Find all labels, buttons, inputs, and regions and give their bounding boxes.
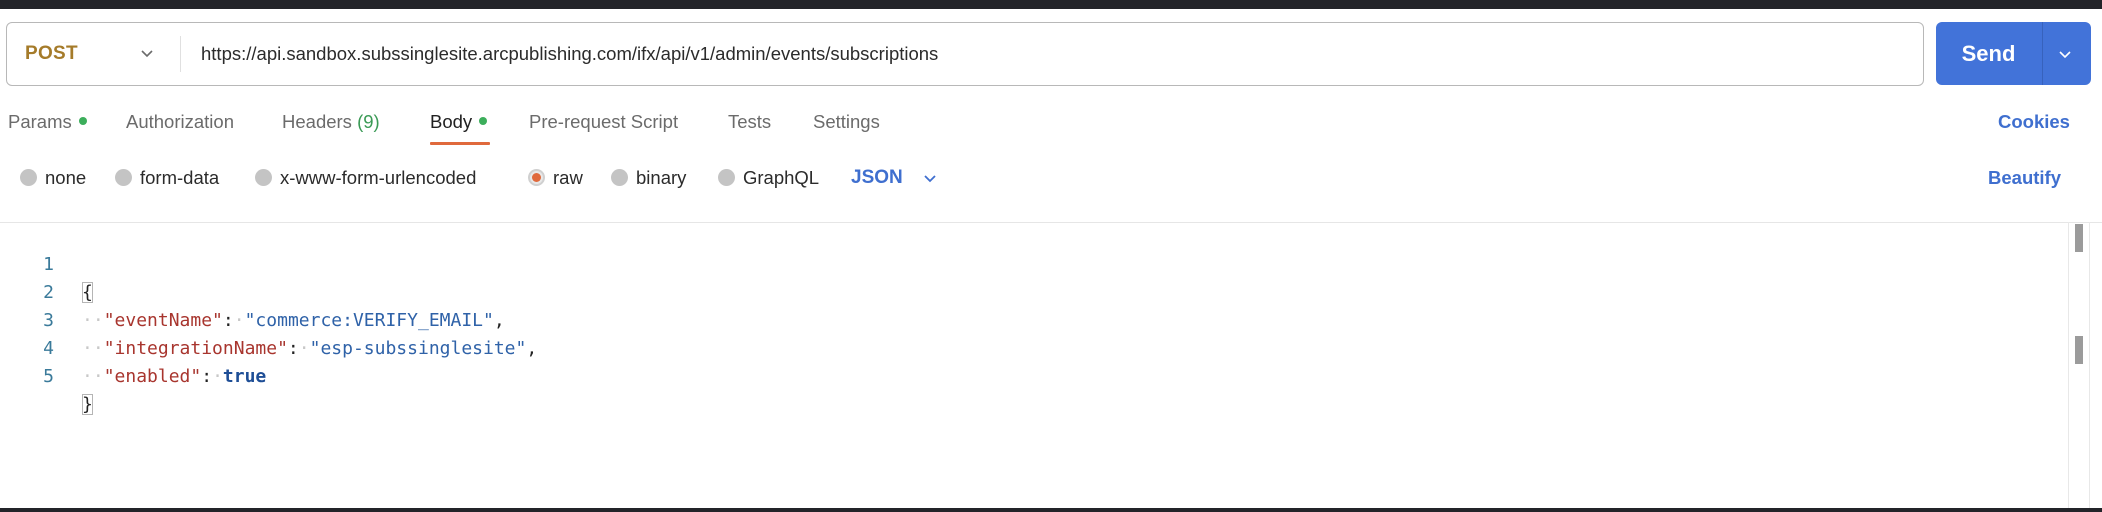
url-input[interactable]: https://api.sandbox.subssinglesite.arcpu… bbox=[201, 23, 938, 84]
space-marker: · bbox=[212, 366, 223, 387]
tab-params[interactable]: Params bbox=[8, 108, 87, 136]
tab-label: Body bbox=[430, 111, 473, 132]
tab-headers[interactable]: Headers (9) bbox=[282, 108, 380, 136]
radio-binary[interactable]: binary bbox=[611, 164, 686, 192]
status-dot-icon bbox=[479, 117, 488, 126]
tab-label: Params bbox=[8, 111, 72, 132]
code-line: 1 { bbox=[0, 223, 93, 303]
json-key: "enabled" bbox=[103, 366, 202, 387]
radio-label: raw bbox=[553, 167, 583, 188]
radio-circle-icon bbox=[115, 168, 132, 186]
body-code-editor[interactable]: 1 { 2 ··"eventName":·"commerce:VERIFY_EM… bbox=[0, 222, 2102, 508]
tab-body[interactable]: Body bbox=[430, 108, 488, 136]
request-url-bar: POST https://api.sandbox.subssinglesite.… bbox=[6, 22, 1924, 86]
radio-label: x-www-form-urlencoded bbox=[280, 167, 477, 188]
radio-circle-icon bbox=[611, 168, 628, 186]
chevron-down-icon[interactable] bbox=[137, 43, 157, 63]
cookies-link[interactable]: Cookies bbox=[1998, 108, 2070, 136]
space-marker: · bbox=[233, 310, 245, 331]
send-button-group: Send bbox=[1936, 22, 2091, 85]
json-key: "integrationName" bbox=[103, 338, 288, 359]
tab-settings[interactable]: Settings bbox=[813, 108, 880, 136]
tab-label: Settings bbox=[813, 111, 880, 132]
radio-form-data[interactable]: form-data bbox=[115, 164, 219, 192]
tab-label: Tests bbox=[728, 111, 772, 132]
code-line: 4 ··"enabled":·true bbox=[0, 307, 266, 387]
tab-label: Pre-request Script bbox=[529, 111, 679, 132]
colon: : bbox=[201, 366, 213, 387]
status-dot-icon bbox=[78, 117, 87, 126]
comma: , bbox=[493, 310, 505, 331]
close-brace: } bbox=[82, 394, 93, 415]
radio-circle-icon bbox=[20, 168, 37, 186]
headers-count: (9) bbox=[357, 111, 380, 132]
beautify-button[interactable]: Beautify bbox=[1988, 164, 2061, 192]
tab-tests[interactable]: Tests bbox=[728, 108, 771, 136]
code-content: ··"integrationName":·"esp-subssinglesite… bbox=[82, 335, 537, 363]
radio-none[interactable]: none bbox=[20, 164, 86, 192]
code-line: 2 ··"eventName":·"commerce:VERIFY_EMAIL"… bbox=[0, 251, 505, 331]
tab-label: Authorization bbox=[126, 111, 234, 132]
chevron-down-icon[interactable] bbox=[920, 168, 940, 188]
send-options-chevron-icon[interactable] bbox=[2054, 44, 2076, 64]
code-content: ··"enabled":·true bbox=[82, 363, 266, 391]
line-number: 5 bbox=[43, 366, 54, 387]
radio-label: GraphQL bbox=[743, 167, 820, 188]
json-string-value: "esp-subssinglesite" bbox=[309, 338, 527, 359]
active-tab-indicator bbox=[430, 142, 490, 145]
radio-selected-icon bbox=[528, 168, 545, 186]
radio-circle-icon bbox=[718, 168, 735, 186]
tab-label: Headers bbox=[282, 111, 352, 132]
send-button[interactable]: Send bbox=[1936, 22, 2041, 85]
comma: , bbox=[526, 338, 538, 359]
json-boolean-value: true bbox=[222, 366, 267, 387]
radio-circle-icon bbox=[255, 168, 272, 186]
radio-label: none bbox=[45, 167, 87, 188]
indent-marker: ·· bbox=[82, 338, 104, 359]
tab-authorization[interactable]: Authorization bbox=[126, 108, 234, 136]
body-language-dropdown[interactable]: JSON bbox=[851, 164, 903, 192]
code-line: 3 ··"integrationName":·"esp-subssinglesi… bbox=[0, 279, 537, 359]
radio-graphql[interactable]: GraphQL bbox=[718, 164, 819, 192]
indent-marker: ·· bbox=[82, 310, 104, 331]
bottom-border bbox=[0, 508, 2102, 512]
url-divider bbox=[180, 36, 181, 72]
window-title-bar bbox=[0, 0, 2102, 9]
code-content: ··"eventName":·"commerce:VERIFY_EMAIL", bbox=[82, 307, 505, 335]
tab-pre-request-script[interactable]: Pre-request Script bbox=[529, 108, 678, 136]
code-content: { bbox=[82, 279, 93, 307]
radio-raw[interactable]: raw bbox=[528, 164, 583, 192]
method-selector[interactable]: POST bbox=[25, 23, 78, 84]
json-string-value: "commerce:VERIFY_EMAIL" bbox=[244, 310, 494, 331]
editor-scrollbar[interactable] bbox=[2068, 222, 2090, 508]
space-marker: · bbox=[298, 338, 310, 359]
radio-label: form-data bbox=[140, 167, 220, 188]
open-brace: { bbox=[82, 282, 93, 303]
indent-marker: ·· bbox=[82, 366, 104, 387]
code-content: } bbox=[82, 391, 93, 419]
overview-ruler-marker bbox=[2075, 336, 2083, 364]
scrollbar-thumb[interactable] bbox=[2075, 224, 2083, 252]
json-key: "eventName" bbox=[103, 310, 223, 331]
colon: : bbox=[287, 338, 299, 359]
radio-label: binary bbox=[636, 167, 687, 188]
radio-x-www-form-urlencoded[interactable]: x-www-form-urlencoded bbox=[255, 164, 476, 192]
code-line: 5 } bbox=[0, 335, 93, 415]
send-divider bbox=[2042, 22, 2043, 85]
colon: : bbox=[222, 310, 234, 331]
